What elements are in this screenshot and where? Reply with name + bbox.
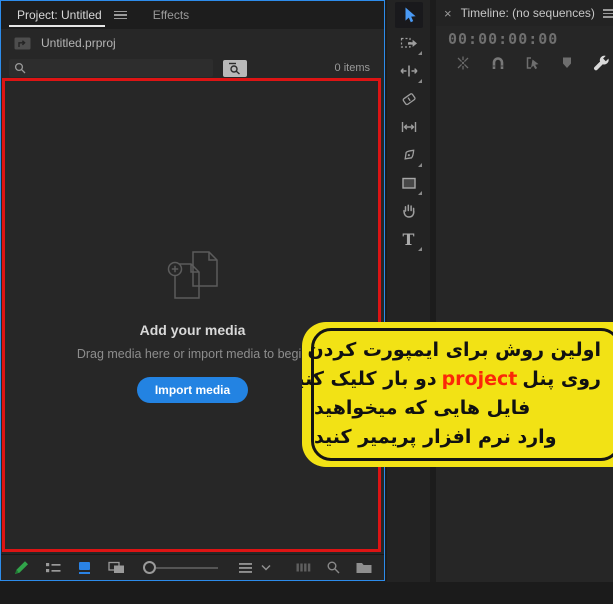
pen-tool[interactable] — [395, 142, 423, 168]
writable-pencil-icon — [13, 559, 30, 576]
callout-line-4: وارد نرم افزار پریمیر کنید — [314, 423, 601, 452]
tab-effects[interactable]: Effects — [149, 8, 193, 22]
zoom-slider[interactable] — [143, 561, 218, 574]
add-media-icon — [162, 249, 224, 305]
tutorial-callout: اولین روش برای ایمپورت کردن روی پنلproje… — [302, 322, 613, 467]
premiere-pro-window: { "colors": { "panel_focus_blue": "#2d8c… — [0, 0, 613, 604]
project-panel-tabbar: Project: Untitled Effects — [1, 1, 384, 29]
close-icon[interactable]: × — [444, 6, 452, 21]
callout-line-3: فایل هایی که میخواهید — [314, 394, 601, 423]
project-bin-area[interactable]: Add your media Drag media here or import… — [1, 79, 384, 555]
hand-tool[interactable] — [395, 198, 423, 224]
project-filename[interactable]: Untitled.prproj — [41, 36, 116, 50]
callout-line-2: روی پنلprojectدو بار کلیک کنید — [314, 365, 601, 394]
active-tab-underline — [9, 25, 105, 27]
selection-tool[interactable] — [395, 2, 423, 28]
snap-icon[interactable] — [489, 54, 507, 72]
callout-highlight-project: project — [442, 368, 518, 390]
timeline-header: × Timeline: (no sequences) — [436, 0, 613, 26]
freeform-view-icon[interactable] — [107, 559, 127, 576]
timeline-settings-icon[interactable] — [592, 54, 611, 73]
timecode-display[interactable]: 00:00:00:00 — [448, 30, 558, 48]
icon-view-icon[interactable] — [76, 559, 93, 576]
nest-sequences-icon[interactable] — [454, 54, 472, 72]
automate-to-sequence-icon[interactable] — [295, 560, 312, 575]
timeline-toolbar — [454, 52, 613, 74]
track-select-forward-tool[interactable] — [395, 30, 423, 56]
tab-project[interactable]: Project: Untitled — [13, 8, 106, 22]
add-marker-icon[interactable] — [559, 55, 575, 71]
rectangle-tool[interactable] — [395, 170, 423, 196]
timeline-title: Timeline: (no sequences) — [461, 6, 595, 20]
sort-icon[interactable] — [238, 560, 253, 575]
search-row: 0 items — [1, 57, 384, 79]
find-icon[interactable] — [326, 560, 341, 575]
navigate-up-icon[interactable] — [14, 36, 31, 50]
panel-menu-icon[interactable] — [603, 9, 613, 18]
tools-panel: T — [387, 0, 430, 582]
type-tool[interactable]: T — [395, 226, 423, 252]
linked-selection-icon[interactable] — [524, 54, 542, 72]
ripple-edit-tool[interactable] — [395, 58, 423, 84]
items-count-label: 0 items — [335, 62, 370, 74]
list-view-icon[interactable] — [44, 559, 62, 576]
timeline-panel: × Timeline: (no sequences) 00:00:00:00 — [436, 0, 613, 582]
breadcrumb: Untitled.prproj — [1, 29, 384, 57]
callout-line-1: اولین روش برای ایمپورت کردن — [314, 336, 601, 365]
new-bin-icon[interactable] — [355, 560, 373, 575]
search-input[interactable] — [9, 59, 213, 77]
search-bin-icon[interactable] — [223, 60, 247, 77]
project-panel-bottom-bar — [1, 554, 384, 580]
zoom-slider-track[interactable] — [156, 567, 218, 569]
chevron-down-icon[interactable] — [261, 564, 271, 571]
import-media-button[interactable]: Import media — [137, 377, 248, 403]
razor-tool[interactable] — [395, 86, 423, 112]
zoom-slider-knob[interactable] — [143, 561, 156, 574]
panel-menu-icon[interactable] — [114, 11, 127, 20]
slip-tool[interactable] — [395, 114, 423, 140]
project-panel: Project: Untitled Effects Untitled.prpro… — [0, 0, 385, 581]
callout-text: اولین روش برای ایمپورت کردن روی پنلproje… — [302, 322, 613, 452]
workspace-bottom-strip — [0, 582, 613, 604]
